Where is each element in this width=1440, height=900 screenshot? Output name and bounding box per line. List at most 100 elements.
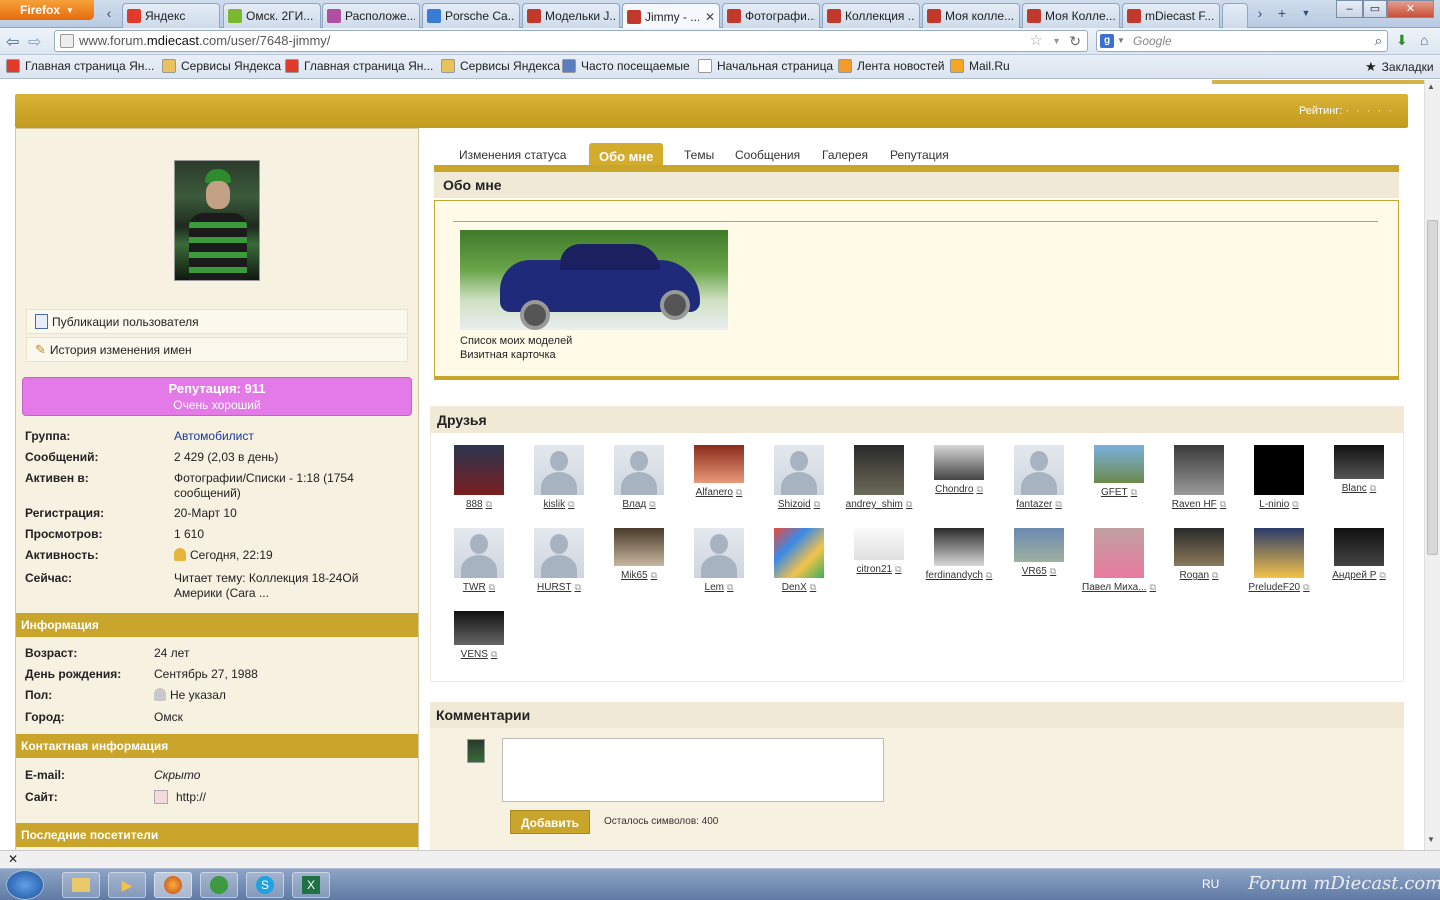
friend-avatar[interactable] xyxy=(1174,445,1224,495)
external-link-icon[interactable]: ⧉ xyxy=(1303,582,1309,592)
friend-avatar[interactable] xyxy=(1334,528,1384,566)
business-card-link[interactable]: Визитная карточка xyxy=(460,349,556,361)
browser-tab[interactable]: Jimmy - ... ✕ xyxy=(622,3,720,29)
friend-name-link[interactable]: Павел Миха... ⧉ xyxy=(1079,582,1159,593)
browser-tab[interactable]: Расположе... xyxy=(322,3,420,28)
friend-item[interactable]: Андрей Р ⧉ xyxy=(1319,528,1399,581)
friend-avatar[interactable] xyxy=(454,611,504,645)
models-list-link[interactable]: Список моих моделей xyxy=(460,335,572,347)
taskbar-firefox[interactable] xyxy=(154,872,192,898)
friend-avatar[interactable] xyxy=(1254,445,1304,495)
new-tab-icon[interactable]: + xyxy=(1274,5,1290,21)
friend-avatar[interactable] xyxy=(854,528,904,560)
name-history-link[interactable]: ✎ История изменения имен xyxy=(26,337,408,362)
scrollbar-thumb[interactable] xyxy=(1427,220,1438,555)
friend-item[interactable]: Chondro ⧉ xyxy=(919,445,999,495)
download-icon[interactable]: ⬇ xyxy=(1396,32,1408,49)
friend-name-link[interactable]: VR65 ⧉ xyxy=(999,566,1079,577)
close-tab-icon[interactable]: ✕ xyxy=(705,10,715,24)
friend-item[interactable]: Rogan ⧉ xyxy=(1159,528,1239,581)
friend-name-link[interactable]: Mik65 ⧉ xyxy=(599,570,679,581)
friend-item[interactable]: 888 ⧉ xyxy=(439,445,519,510)
add-comment-button[interactable]: Добавить xyxy=(510,810,590,834)
default-avatar-icon[interactable] xyxy=(614,445,664,495)
friend-item[interactable]: Mik65 ⧉ xyxy=(599,528,679,581)
external-link-icon[interactable]: ⧉ xyxy=(1292,499,1298,509)
friend-item[interactable]: TWR ⧉ xyxy=(439,528,519,593)
google-engine-icon[interactable]: g xyxy=(1100,34,1114,48)
bookmark-item[interactable]: Сервисы Яндекса xyxy=(441,59,560,73)
bookmark-item[interactable]: Сервисы Яндекса xyxy=(162,59,281,73)
language-indicator[interactable]: RU xyxy=(1202,877,1219,891)
friend-name-link[interactable]: DenX ⧉ xyxy=(759,582,839,593)
external-link-icon[interactable]: ⧉ xyxy=(727,582,733,592)
bookmark-item[interactable]: Главная страница Ян... xyxy=(6,59,154,73)
friend-avatar[interactable] xyxy=(774,528,824,578)
external-link-icon[interactable]: ⧉ xyxy=(895,564,901,574)
friend-avatar[interactable] xyxy=(934,445,984,480)
bookmarks-menu[interactable]: ★ Закладки xyxy=(1365,59,1434,75)
default-avatar-icon[interactable] xyxy=(454,528,504,578)
friend-name-link[interactable]: fantazer ⧉ xyxy=(999,499,1079,510)
friend-item[interactable]: Blanc ⧉ xyxy=(1319,445,1399,494)
stat-value[interactable]: Автомобилист xyxy=(174,429,404,444)
browser-tab[interactable]: Фотографи... xyxy=(722,3,820,28)
external-link-icon[interactable]: ⧉ xyxy=(810,582,816,592)
friend-name-link[interactable]: Alfanero ⧉ xyxy=(679,487,759,498)
minimize-button[interactable]: – xyxy=(1336,0,1363,18)
close-addon-bar-icon[interactable]: ✕ xyxy=(8,852,18,866)
friend-name-link[interactable]: PreludeF20 ⧉ xyxy=(1239,582,1319,593)
browser-tab-overflow[interactable] xyxy=(1222,3,1248,28)
start-button[interactable] xyxy=(6,870,44,900)
bookmark-star-icon[interactable]: ☆ xyxy=(1030,31,1043,51)
close-window-button[interactable]: ✕ xyxy=(1387,0,1434,18)
taskbar-explorer[interactable] xyxy=(62,872,100,898)
default-avatar-icon[interactable] xyxy=(534,528,584,578)
external-link-icon[interactable]: ⧉ xyxy=(1131,487,1137,497)
external-link-icon[interactable]: ⧉ xyxy=(1370,483,1376,493)
friend-item[interactable]: Павел Миха... ⧉ xyxy=(1079,528,1159,593)
friend-name-link[interactable]: kislik ⧉ xyxy=(519,499,599,510)
back-icon[interactable]: ⇦ xyxy=(6,32,19,52)
page-scrollbar[interactable]: ▲ ▼ xyxy=(1424,80,1440,850)
friend-avatar[interactable] xyxy=(454,445,504,495)
friend-item[interactable]: GFET ⧉ xyxy=(1079,445,1159,498)
friend-item[interactable]: PreludeF20 ⧉ xyxy=(1239,528,1319,593)
rating-stars[interactable]: · · · · · xyxy=(1345,105,1394,117)
browser-tab[interactable]: mDiecast F... xyxy=(1122,3,1220,28)
external-link-icon[interactable]: ⧉ xyxy=(1050,566,1056,576)
friend-item[interactable]: L-ninio ⧉ xyxy=(1239,445,1319,510)
default-avatar-icon[interactable] xyxy=(1014,445,1064,495)
default-avatar-icon[interactable] xyxy=(694,528,744,578)
external-link-icon[interactable]: ⧉ xyxy=(906,499,912,509)
external-link-icon[interactable]: ⧉ xyxy=(489,582,495,592)
friend-name-link[interactable]: TWR ⧉ xyxy=(439,582,519,593)
friend-item[interactable]: DenX ⧉ xyxy=(759,528,839,593)
friend-item[interactable]: VR65 ⧉ xyxy=(999,528,1079,577)
browser-tab[interactable]: Моя колле... xyxy=(922,3,1020,28)
profile-tab[interactable]: Изменения статуса xyxy=(459,148,566,162)
friend-name-link[interactable]: Chondro ⧉ xyxy=(919,484,999,495)
friend-item[interactable]: kislik ⧉ xyxy=(519,445,599,510)
site-identity-icon[interactable] xyxy=(60,34,74,48)
friend-avatar[interactable] xyxy=(1334,445,1384,479)
bookmark-item[interactable]: Лента новостей xyxy=(838,59,945,73)
external-link-icon[interactable]: ⧉ xyxy=(486,499,492,509)
user-publications-link[interactable]: Публикации пользователя xyxy=(26,309,408,334)
external-link-icon[interactable]: ⧉ xyxy=(1055,499,1061,509)
browser-tab[interactable]: Porsche Ca... xyxy=(422,3,520,28)
friend-name-link[interactable]: VENS ⧉ xyxy=(439,649,519,660)
friend-name-link[interactable]: 888 ⧉ xyxy=(439,499,519,510)
scroll-up-icon[interactable]: ▲ xyxy=(1427,82,1435,91)
friend-name-link[interactable]: Raven HF ⧉ xyxy=(1159,499,1239,510)
scroll-tabs-left-icon[interactable]: ‹ xyxy=(101,5,117,21)
search-icon[interactable]: ⌕ xyxy=(1375,31,1382,51)
friend-item[interactable]: HURST ⧉ xyxy=(519,528,599,593)
friend-item[interactable]: andrey_shim ⧉ xyxy=(839,445,919,510)
friend-name-link[interactable]: Влад ⧉ xyxy=(599,499,679,510)
friend-avatar[interactable] xyxy=(854,445,904,495)
friend-avatar[interactable] xyxy=(1094,528,1144,578)
taskbar-utorrent[interactable] xyxy=(200,872,238,898)
stat-value[interactable]: Читает тему: Коллекция 18-24Ой Америки (… xyxy=(174,571,404,601)
external-link-icon[interactable]: ⧉ xyxy=(814,499,820,509)
